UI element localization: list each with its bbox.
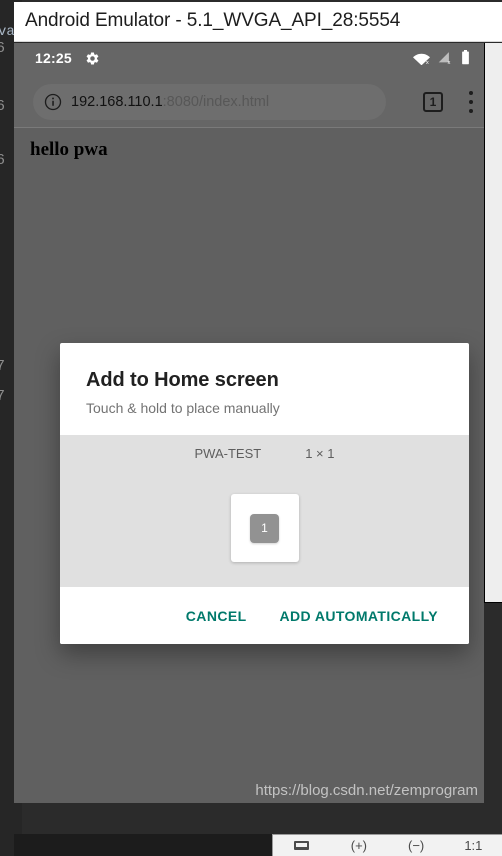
backdrop-code-fragment: va — [0, 24, 15, 40]
dialog-header: Add to Home screen Touch & hold to place… — [60, 343, 469, 435]
widget-preview-card[interactable]: 1 — [230, 494, 299, 562]
cellular-no-connection-icon: x — [438, 51, 454, 70]
browser-toolbar: 192.168.110.1:8080/index.html 1 — [14, 75, 484, 127]
zoom-out-button[interactable]: (−) — [388, 839, 445, 852]
battery-icon — [461, 50, 470, 70]
screenshot-button[interactable] — [273, 839, 330, 852]
widget-name-label: PWA-TEST — [194, 446, 262, 461]
gutter-line-number: 6 — [0, 152, 6, 169]
actual-size-button[interactable]: 1:1 — [445, 839, 502, 852]
info-circle-icon[interactable] — [44, 93, 62, 111]
dialog-subtitle: Touch & hold to place manually — [86, 400, 280, 416]
gutter-line-number: 7 — [0, 358, 6, 375]
wifi-no-connection-icon: x — [412, 51, 431, 70]
android-status-bar: 12:25 x x — [14, 43, 484, 75]
tab-switcher-button[interactable]: 1 — [423, 92, 443, 112]
emulator-zoom-controls: (+) (−) 1:1 — [272, 834, 502, 856]
zoom-in-button[interactable]: (+) — [330, 839, 387, 852]
add-automatically-button[interactable]: ADD AUTOMATICALLY — [270, 600, 448, 632]
emulator-title-bar[interactable]: Android Emulator - 5.1_WVGA_API_28:5554 — [14, 2, 502, 42]
url-path: :8080/index.html — [162, 94, 270, 110]
svg-text:x: x — [447, 59, 450, 64]
url-bar[interactable]: 192.168.110.1:8080/index.html — [33, 84, 386, 120]
screen-icon — [294, 841, 310, 850]
gutter-line-number: 6 — [0, 98, 6, 115]
tab-count-label: 1 — [429, 95, 437, 109]
status-bar-icons: x x — [412, 50, 470, 70]
gear-icon — [85, 51, 100, 66]
gutter-line-number: 7 — [0, 388, 6, 405]
status-bar-clock: 12:25 — [35, 50, 72, 66]
menu-dot — [469, 100, 473, 104]
widget-app-icon: 1 — [250, 513, 279, 543]
more-vert-icon[interactable] — [469, 91, 474, 113]
android-emulator-window: Android Emulator - 5.1_WVGA_API_28:5554 … — [14, 2, 502, 848]
emulator-window-title: Android Emulator - 5.1_WVGA_API_28:5554 — [25, 10, 401, 31]
web-page-viewport: hello pwa Add to Home screen Touch & hol… — [14, 127, 484, 803]
cancel-button[interactable]: CANCEL — [176, 600, 257, 632]
url-text: 192.168.110.1:8080/index.html — [71, 94, 269, 110]
url-host: 192.168.110.1 — [71, 94, 163, 110]
dialog-action-row: CANCEL ADD AUTOMATICALLY — [60, 587, 469, 644]
watermark-text: https://blog.csdn.net/zemprogram — [255, 782, 478, 799]
add-to-home-screen-dialog: Add to Home screen Touch & hold to place… — [60, 343, 469, 644]
gutter-line-number: 6 — [0, 40, 6, 57]
device-screen: 12:25 x x 192.168.110.1:8080/index.html … — [14, 43, 484, 803]
widget-meta-row: PWA-TEST 1 × 1 — [60, 446, 469, 461]
menu-dot — [469, 91, 473, 95]
widget-size-label: 1 × 1 — [305, 446, 335, 461]
emulator-side-panel — [484, 43, 502, 603]
svg-text:x: x — [426, 59, 429, 64]
menu-dot — [469, 109, 473, 113]
widget-preview-area: PWA-TEST 1 × 1 1 — [60, 435, 469, 587]
dialog-title: Add to Home screen — [86, 369, 279, 391]
